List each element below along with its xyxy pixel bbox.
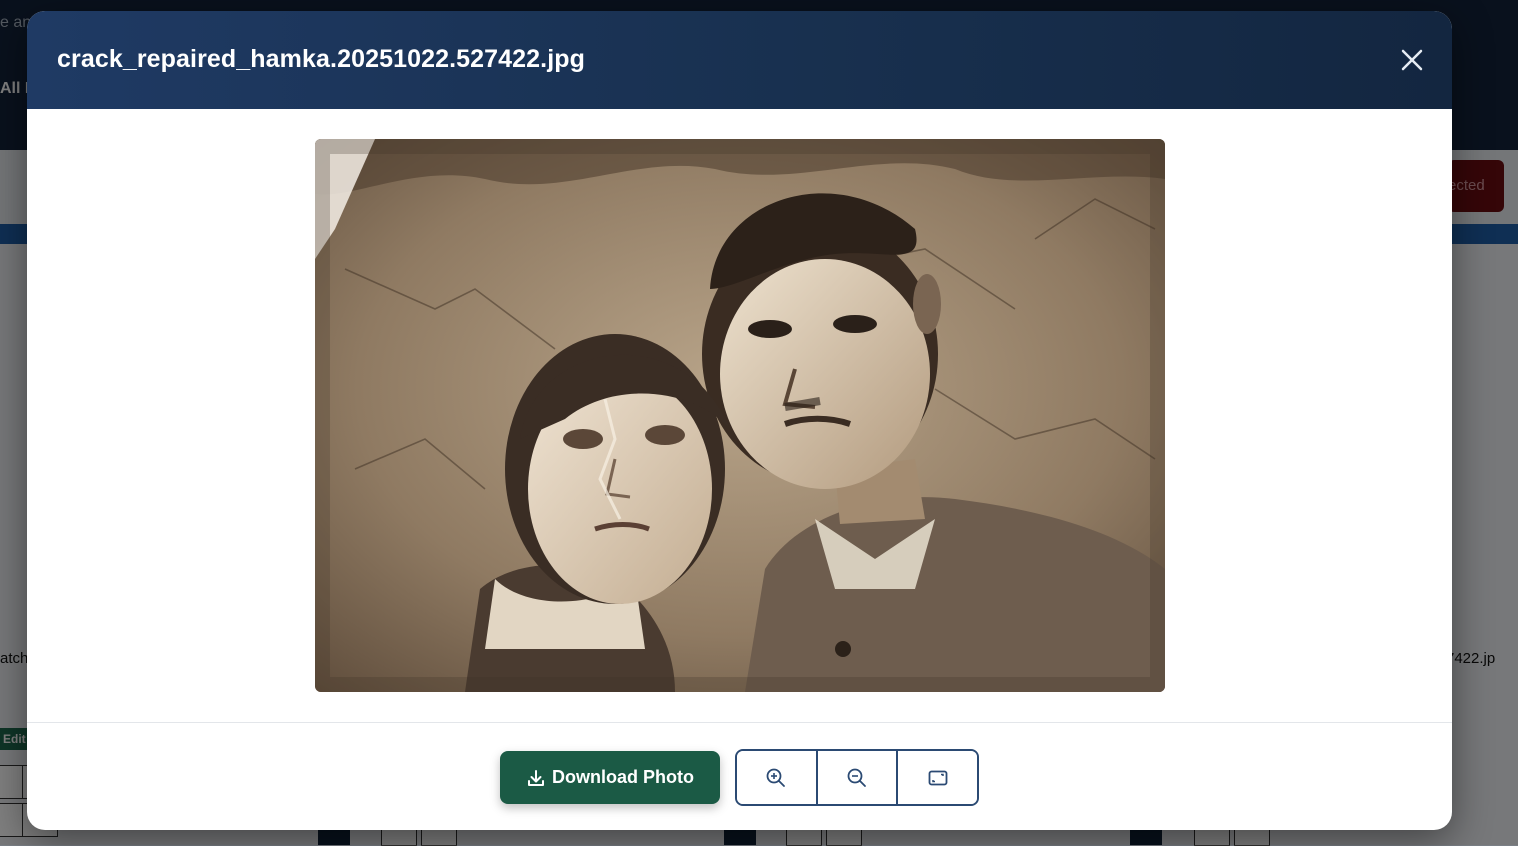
restored-photo xyxy=(315,139,1165,692)
download-photo-label: Download Photo xyxy=(552,767,694,787)
zoom-in-icon xyxy=(766,768,786,787)
photo-preview xyxy=(315,139,1165,692)
zoom-controls xyxy=(735,749,979,806)
close-icon xyxy=(1401,49,1423,71)
photo-viewer-modal: crack_repaired_hamka.20251022.527422.jpg xyxy=(27,11,1452,830)
zoom-out-button[interactable] xyxy=(817,751,899,804)
download-icon xyxy=(528,769,544,786)
modal-title: crack_repaired_hamka.20251022.527422.jpg xyxy=(57,45,585,73)
modal-footer: Download Photo xyxy=(27,722,1452,830)
fit-to-screen-icon xyxy=(928,770,948,785)
download-photo-button[interactable]: Download Photo xyxy=(500,751,720,804)
modal-header: crack_repaired_hamka.20251022.527422.jpg xyxy=(27,11,1452,109)
zoom-in-button[interactable] xyxy=(737,751,818,804)
zoom-out-icon xyxy=(847,768,866,787)
fit-to-screen-button[interactable] xyxy=(898,751,977,804)
close-button[interactable] xyxy=(1395,43,1429,77)
